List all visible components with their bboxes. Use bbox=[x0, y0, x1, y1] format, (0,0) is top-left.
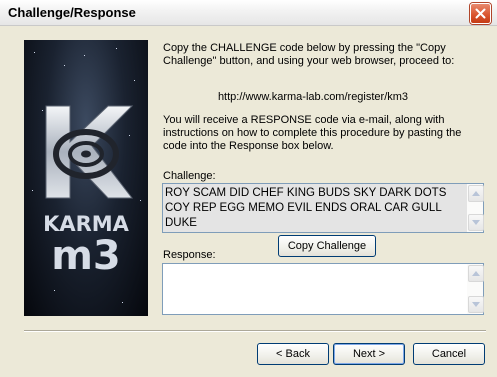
registration-url: http://www.karma-lab.com/register/km3 bbox=[217, 91, 409, 103]
product-logo-text: m3 bbox=[51, 233, 121, 279]
response-textbox[interactable] bbox=[162, 263, 484, 315]
arrow-down-icon bbox=[472, 302, 480, 307]
cancel-button[interactable]: Cancel bbox=[413, 343, 485, 365]
karma-logo-graphic: KARMA m3 bbox=[24, 40, 148, 316]
footer-separator bbox=[24, 330, 486, 332]
arrow-up-icon bbox=[472, 271, 480, 276]
arrow-up-icon bbox=[472, 191, 480, 196]
close-button[interactable] bbox=[470, 3, 491, 24]
response-label: Response: bbox=[163, 249, 216, 261]
scroll-down-button[interactable] bbox=[468, 214, 484, 231]
scroll-up-button[interactable] bbox=[468, 185, 484, 202]
next-button[interactable]: Next > bbox=[333, 343, 405, 365]
k-emblem-icon bbox=[45, 105, 134, 199]
challenge-code: ROY SCAM DID CHEF KING BUDS SKY DARK DOT… bbox=[165, 187, 447, 229]
back-button[interactable]: < Back bbox=[257, 343, 329, 365]
instructions-response: You will receive a RESPONSE code via e-m… bbox=[163, 114, 462, 152]
title-bar: Challenge/Response bbox=[0, 0, 497, 26]
instructions-copy: Copy the CHALLENGE code below by pressin… bbox=[163, 42, 455, 67]
arrow-down-icon bbox=[472, 220, 480, 225]
response-scrollbar[interactable] bbox=[467, 264, 484, 314]
scroll-up-button[interactable] bbox=[468, 265, 484, 282]
scroll-down-button[interactable] bbox=[468, 296, 484, 313]
challenge-scrollbar[interactable] bbox=[467, 184, 484, 232]
challenge-label: Challenge: bbox=[163, 170, 216, 182]
close-icon bbox=[475, 8, 486, 19]
window-title: Challenge/Response bbox=[8, 5, 136, 20]
challenge-textbox[interactable]: ROY SCAM DID CHEF KING BUDS SKY DARK DOT… bbox=[162, 183, 484, 233]
